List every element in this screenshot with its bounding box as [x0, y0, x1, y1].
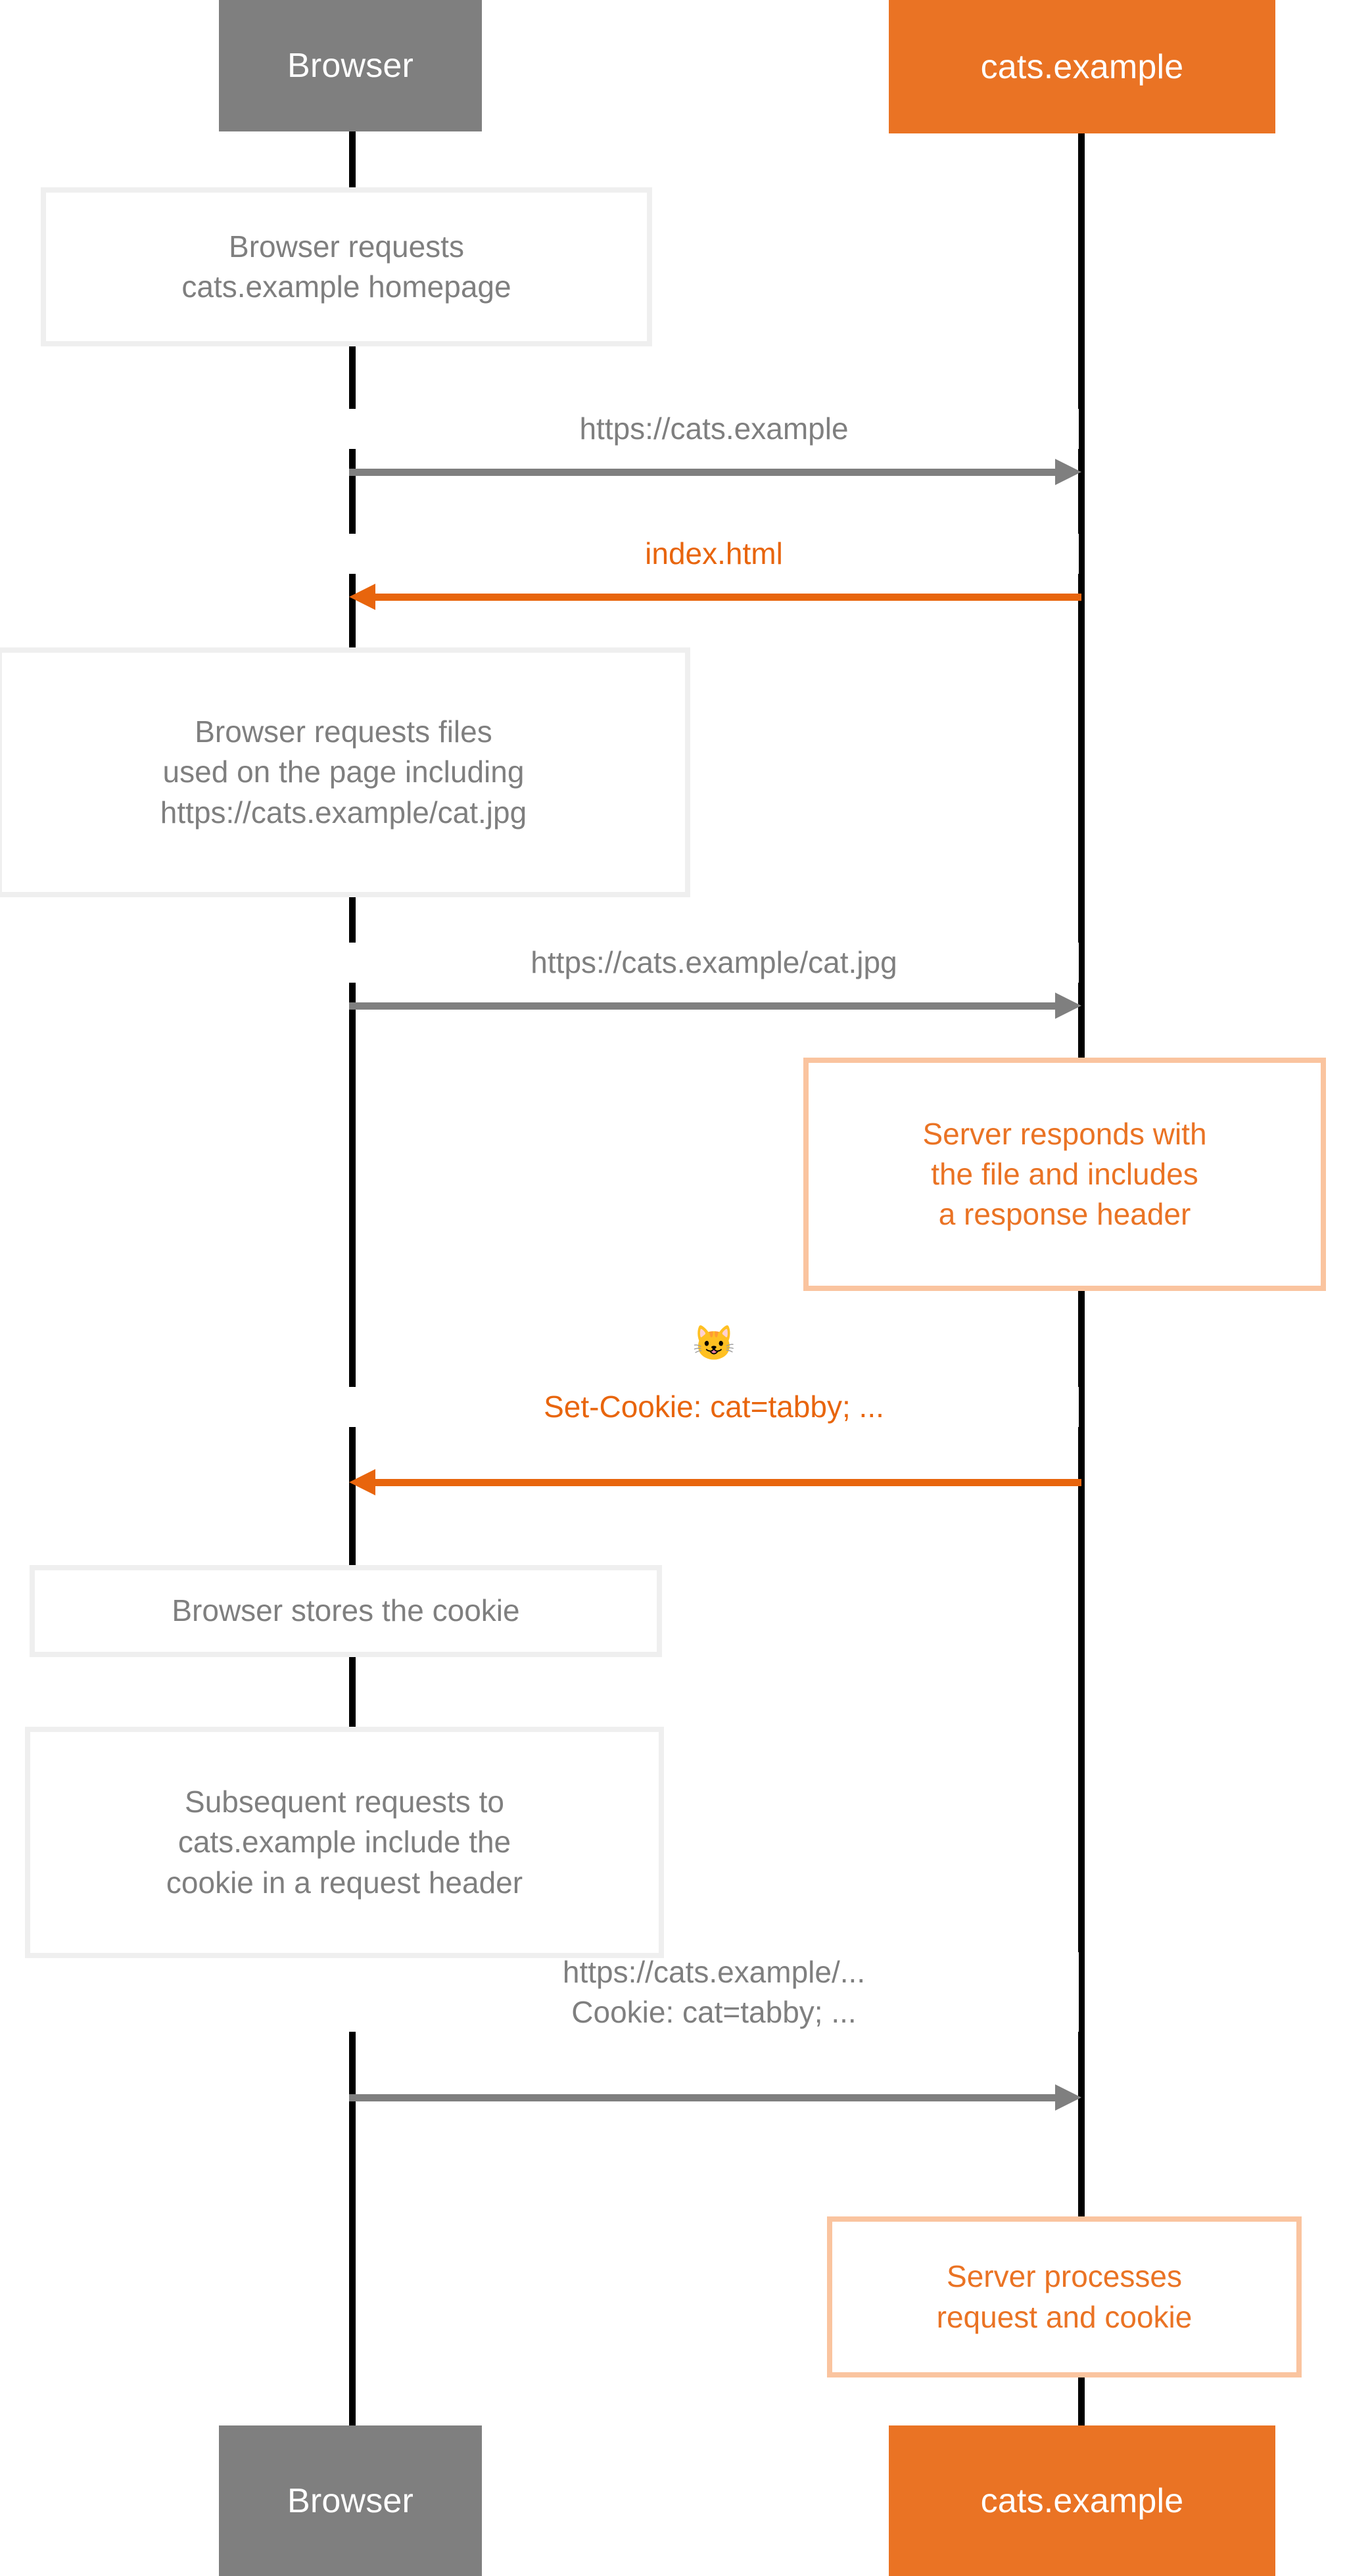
msg-response-index-html-label: index.html	[349, 534, 1079, 574]
note-server-processes-text: Server processes request and cookie	[936, 2259, 1193, 2334]
actor-server-footer: cats.example	[889, 2425, 1275, 2576]
msg-subsequent-request	[349, 2084, 1081, 2111]
note-browser-stores-cookie: Browser stores the cookie	[30, 1565, 662, 1657]
msg-subsequent-request-label: https://cats.example/... Cookie: cat=tab…	[349, 1952, 1079, 2032]
msg-response-set-cookie	[349, 1469, 1081, 1495]
msg-request-cat-jpg-label: https://cats.example/cat.jpg	[349, 943, 1079, 983]
actor-server-header-label: cats.example	[980, 47, 1184, 86]
actor-server-header: cats.example	[889, 0, 1275, 133]
msg-request-cat-jpg	[349, 993, 1081, 1019]
note-server-responds: Server responds with the file and includ…	[803, 1058, 1326, 1291]
msg-response-set-cookie-arrowhead	[349, 1469, 375, 1495]
msg-request-cat-jpg-line	[349, 1002, 1055, 1010]
actor-server-footer-label: cats.example	[980, 2481, 1184, 2520]
msg-request-homepage-line	[349, 469, 1055, 476]
actor-browser-header-label: Browser	[287, 47, 414, 85]
msg-response-set-cookie-line	[375, 1479, 1081, 1486]
msg-response-index-html-line	[375, 594, 1081, 601]
actor-browser-header: Browser	[219, 0, 482, 131]
grinning-cat-face-emoji: 😺	[692, 1324, 736, 1363]
actor-browser-footer: Browser	[219, 2425, 482, 2576]
msg-request-homepage	[349, 459, 1081, 485]
msg-response-index-html-arrowhead	[349, 584, 375, 610]
msg-request-cat-jpg-arrowhead	[1055, 993, 1081, 1019]
msg-subsequent-request-line	[349, 2094, 1055, 2101]
note-server-processes: Server processes request and cookie	[827, 2216, 1302, 2377]
msg-response-set-cookie-label: Set-Cookie: cat=tabby; ...	[349, 1387, 1079, 1427]
msg-request-homepage-label: https://cats.example	[349, 409, 1079, 449]
actor-browser-footer-label: Browser	[287, 2481, 414, 2520]
msg-request-homepage-arrowhead	[1055, 459, 1081, 485]
note-browser-requests-files: Browser requests files used on the page …	[0, 647, 690, 897]
note-browser-requests-files-text: Browser requests files used on the page …	[160, 714, 527, 830]
note-subsequent-requests: Subsequent requests to cats.example incl…	[25, 1727, 664, 1958]
sequence-diagram: Browser cats.example Browser requests ca…	[0, 0, 1347, 2576]
note-subsequent-requests-text: Subsequent requests to cats.example incl…	[166, 1785, 523, 1900]
msg-subsequent-request-arrowhead	[1055, 2084, 1081, 2111]
note-browser-requests-homepage-text: Browser requests cats.example homepage	[181, 229, 511, 304]
msg-response-index-html	[349, 584, 1081, 610]
note-server-responds-text: Server responds with the file and includ…	[922, 1116, 1207, 1232]
note-browser-stores-cookie-text: Browser stores the cookie	[172, 1593, 520, 1628]
note-browser-requests-homepage: Browser requests cats.example homepage	[41, 187, 652, 346]
